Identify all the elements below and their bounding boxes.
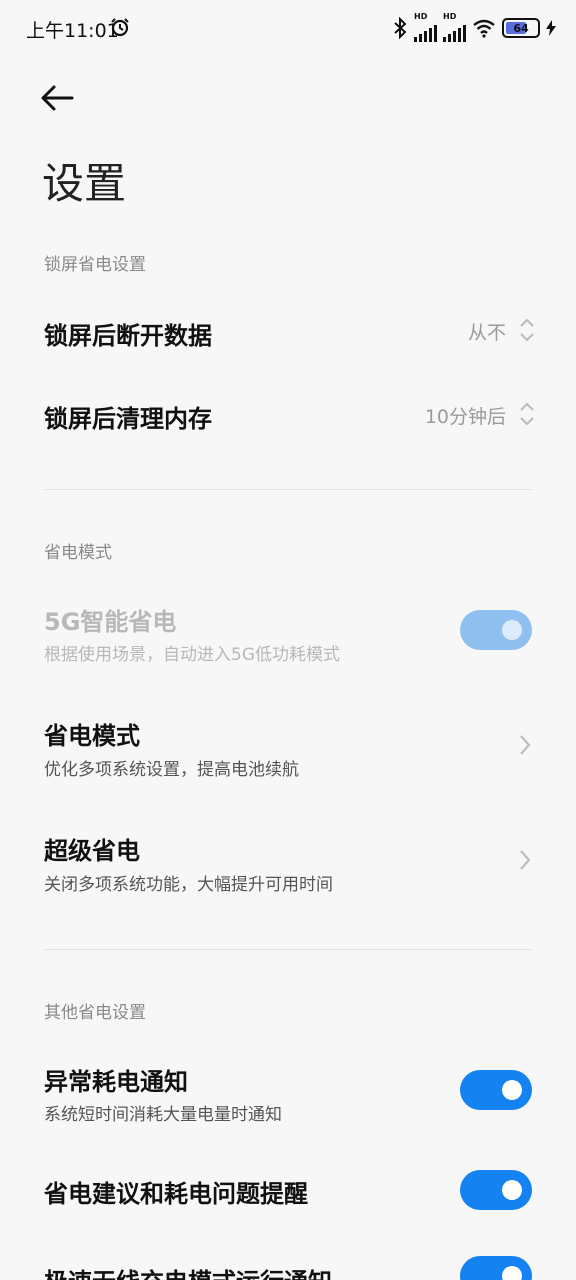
row-clear-memory[interactable]: 锁屏后清理内存 10分钟后 xyxy=(0,375,576,455)
row-subtitle: 优化多项系统设置，提高电池续航 xyxy=(44,760,299,780)
section-header-other: 其他省电设置 xyxy=(44,1003,146,1023)
battery-icon: 64 xyxy=(502,18,540,38)
divider xyxy=(44,489,532,490)
toggle-switch xyxy=(460,610,532,650)
status-bar: 上午11:01 HD HD 64 xyxy=(0,0,576,56)
section-header-lock: 锁屏省电设置 xyxy=(44,255,146,275)
back-arrow-icon[interactable] xyxy=(38,80,78,116)
row-title: 省电建议和耗电问题提醒 xyxy=(44,1180,308,1208)
battery-level: 64 xyxy=(513,21,529,35)
row-title: 5G智能省电 xyxy=(44,608,177,636)
row-abnormal-drain-notification: 异常耗电通知 系统短时间消耗大量电量时通知 xyxy=(0,1050,576,1140)
row-value: 从不 xyxy=(467,322,506,344)
toggle-switch[interactable] xyxy=(460,1256,532,1280)
status-time: 上午11:01 xyxy=(26,20,119,42)
divider xyxy=(44,949,532,950)
row-title: 异常耗电通知 xyxy=(44,1068,188,1096)
status-icons: HD HD 64 xyxy=(392,12,556,42)
up-down-icon xyxy=(520,402,534,426)
toggle-switch[interactable] xyxy=(460,1170,532,1210)
row-5g-smart-saving: 5G智能省电 根据使用场景，自动进入5G低功耗模式 xyxy=(0,590,576,680)
chevron-right-icon xyxy=(520,850,531,870)
row-title: 锁屏后清理内存 xyxy=(44,405,212,433)
row-title: 省电模式 xyxy=(44,722,140,750)
up-down-icon xyxy=(520,318,534,342)
section-header-mode: 省电模式 xyxy=(44,543,112,563)
row-subtitle: 系统短时间消耗大量电量时通知 xyxy=(44,1105,282,1125)
charging-icon xyxy=(546,20,556,36)
row-title: 极速无线充电模式运行通知 xyxy=(44,1262,332,1280)
row-disconnect-data[interactable]: 锁屏后断开数据 从不 xyxy=(0,290,576,370)
row-title: 超级省电 xyxy=(44,837,140,865)
cell-signal-2-icon: HD xyxy=(443,12,466,42)
row-power-saving-mode[interactable]: 省电模式 优化多项系统设置，提高电池续航 xyxy=(0,700,576,790)
row-ultra-power-saving[interactable]: 超级省电 关闭多项系统功能，大幅提升可用时间 xyxy=(0,815,576,905)
bluetooth-icon xyxy=(394,17,407,39)
row-saving-suggestions: 省电建议和耗电问题提醒 xyxy=(0,1160,576,1222)
row-title: 锁屏后断开数据 xyxy=(44,322,212,350)
row-subtitle: 关闭多项系统功能，大幅提升可用时间 xyxy=(44,875,333,895)
row-subtitle: 根据使用场景，自动进入5G低功耗模式 xyxy=(44,645,340,665)
hd-label-1: HD xyxy=(414,12,428,21)
page-title: 设置 xyxy=(42,159,127,208)
toggle-switch[interactable] xyxy=(460,1070,532,1110)
wifi-icon xyxy=(473,19,495,38)
row-value: 10分钟后 xyxy=(424,406,506,428)
row-wireless-charging-notification: 极速无线充电模式运行通知 xyxy=(0,1250,576,1280)
cell-signal-1-icon: HD xyxy=(414,12,437,42)
hd-label-2: HD xyxy=(443,12,457,21)
alarm-icon xyxy=(111,18,129,37)
chevron-right-icon xyxy=(520,735,531,755)
